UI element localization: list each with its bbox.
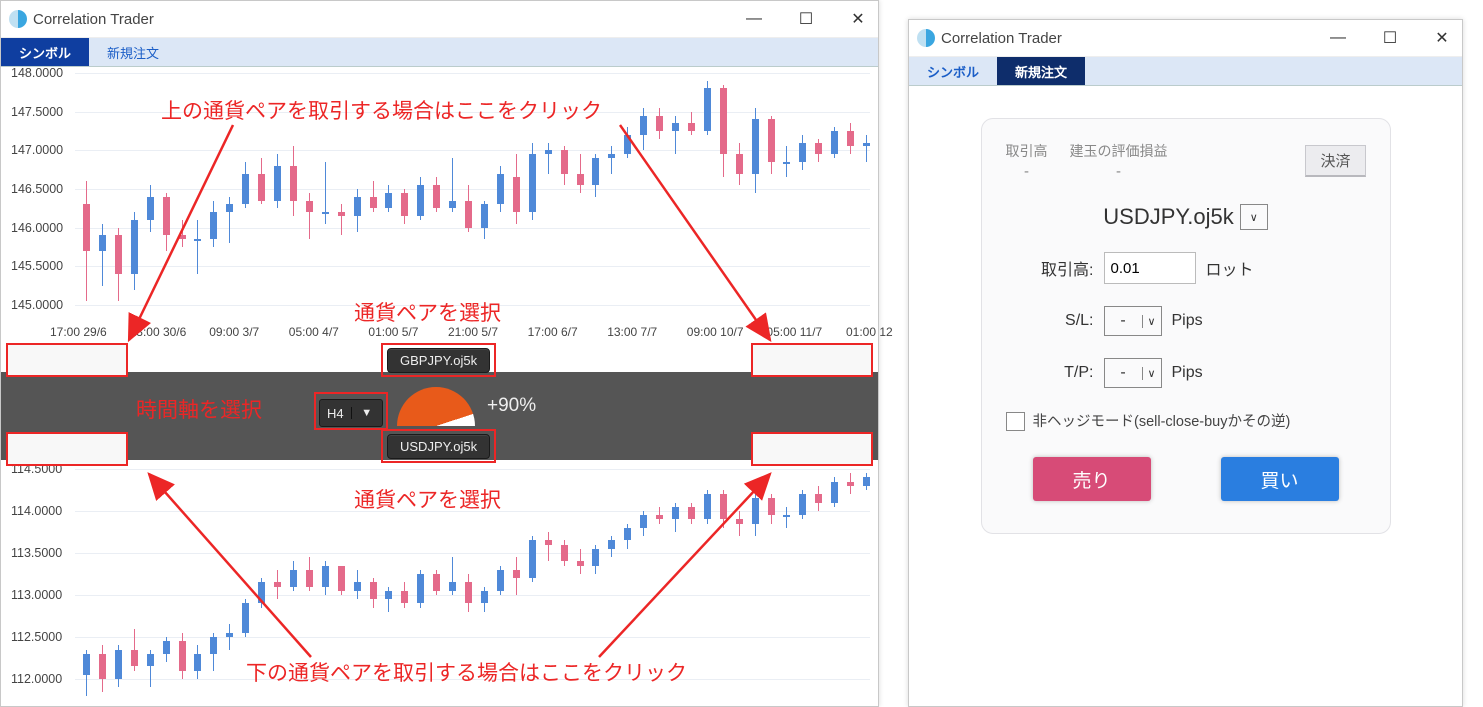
- tab-neworder[interactable]: 新規注文: [89, 38, 177, 66]
- annot-top: 上の通貨ペアを取引する場合はここをクリック: [161, 95, 602, 125]
- annot-pair-bottom: 通貨ペアを選択: [354, 484, 501, 514]
- timeframe-value: H4: [320, 406, 351, 421]
- order-panel: 取引高- 建玉の評価損益- 決済 USDJPY.oj5k ∨ 取引高: ロット …: [981, 118, 1391, 534]
- pair-select-top[interactable]: GBPJPY.oj5k: [387, 348, 490, 373]
- pl-label: 建玉の評価損益: [1070, 141, 1168, 161]
- tp-unit: Pips: [1172, 364, 1203, 382]
- maximize-button[interactable]: ☐: [794, 9, 818, 29]
- order-window: Correlation Trader — ☐ ✕ シンボル 新規注文 取引高- …: [908, 19, 1463, 707]
- order-tab-bar: シンボル 新規注文: [909, 57, 1462, 86]
- order-app-title: Correlation Trader: [941, 30, 1062, 47]
- order-symbol: USDJPY.oj5k: [1103, 204, 1233, 230]
- annot-time: 時間軸を選択: [136, 394, 262, 424]
- annot-pair-top: 通貨ペアを選択: [354, 297, 501, 327]
- volume-input[interactable]: [1104, 252, 1196, 284]
- app-logo-icon: [917, 29, 935, 47]
- chevron-down-icon: ▼: [351, 407, 383, 419]
- buy-button[interactable]: 買い: [1221, 457, 1339, 501]
- chevron-down-icon: ∨: [1142, 315, 1161, 328]
- order-titlebar[interactable]: Correlation Trader — ☐ ✕: [909, 20, 1462, 57]
- sl-select[interactable]: -∨: [1104, 306, 1162, 336]
- correlation-value: +90%: [487, 395, 536, 417]
- app-logo-icon: [9, 10, 27, 28]
- trade-top-right[interactable]: [751, 343, 873, 377]
- titlebar[interactable]: Correlation Trader — ☐ ✕: [1, 1, 878, 38]
- sl-unit: Pips: [1172, 312, 1203, 330]
- tp-select[interactable]: -∨: [1104, 358, 1162, 388]
- pair-select-bottom[interactable]: USDJPY.oj5k: [387, 434, 490, 459]
- symbol-dropdown[interactable]: ∨: [1240, 204, 1268, 230]
- hedge-checkbox[interactable]: [1006, 412, 1025, 431]
- hedge-label: 非ヘッジモード(sell-close-buyかその逆): [1033, 410, 1291, 431]
- sl-label: S/L:: [1006, 312, 1094, 330]
- minimize-button[interactable]: —: [742, 10, 766, 28]
- chart-area: 148.0000147.5000147.0000146.5000146.0000…: [1, 67, 878, 707]
- vol-label: 取引高: [1006, 141, 1048, 161]
- main-window: Correlation Trader — ☐ ✕ シンボル 新規注文 148.0…: [0, 0, 879, 707]
- chevron-down-icon: ∨: [1142, 367, 1161, 380]
- settle-button[interactable]: 決済: [1305, 145, 1365, 177]
- trade-top-left[interactable]: [6, 343, 128, 377]
- order-close-button[interactable]: ✕: [1430, 28, 1454, 48]
- annot-bottom: 下の通貨ペアを取引する場合はここをクリック: [246, 657, 687, 687]
- chevron-down-icon: ∨: [1250, 211, 1258, 224]
- tp-label: T/P:: [1006, 364, 1094, 382]
- order-minimize-button[interactable]: —: [1326, 29, 1350, 47]
- sell-button[interactable]: 売り: [1033, 457, 1151, 501]
- app-title: Correlation Trader: [33, 11, 154, 28]
- pl-value: -: [1070, 163, 1168, 180]
- order-tab-neworder[interactable]: 新規注文: [997, 57, 1085, 85]
- order-tab-symbol[interactable]: シンボル: [909, 57, 997, 85]
- trade-bottom-right[interactable]: [751, 432, 873, 466]
- trade-bottom-left[interactable]: [6, 432, 128, 466]
- tab-symbol[interactable]: シンボル: [1, 38, 89, 66]
- vol-value: -: [1006, 163, 1048, 180]
- order-maximize-button[interactable]: ☐: [1378, 28, 1402, 48]
- tab-bar: シンボル 新規注文: [1, 38, 878, 67]
- vol-unit: ロット: [1206, 256, 1254, 280]
- timeframe-select[interactable]: H4 ▼: [319, 399, 383, 427]
- close-button[interactable]: ✕: [846, 9, 870, 29]
- vol-field-label: 取引高:: [1006, 256, 1094, 280]
